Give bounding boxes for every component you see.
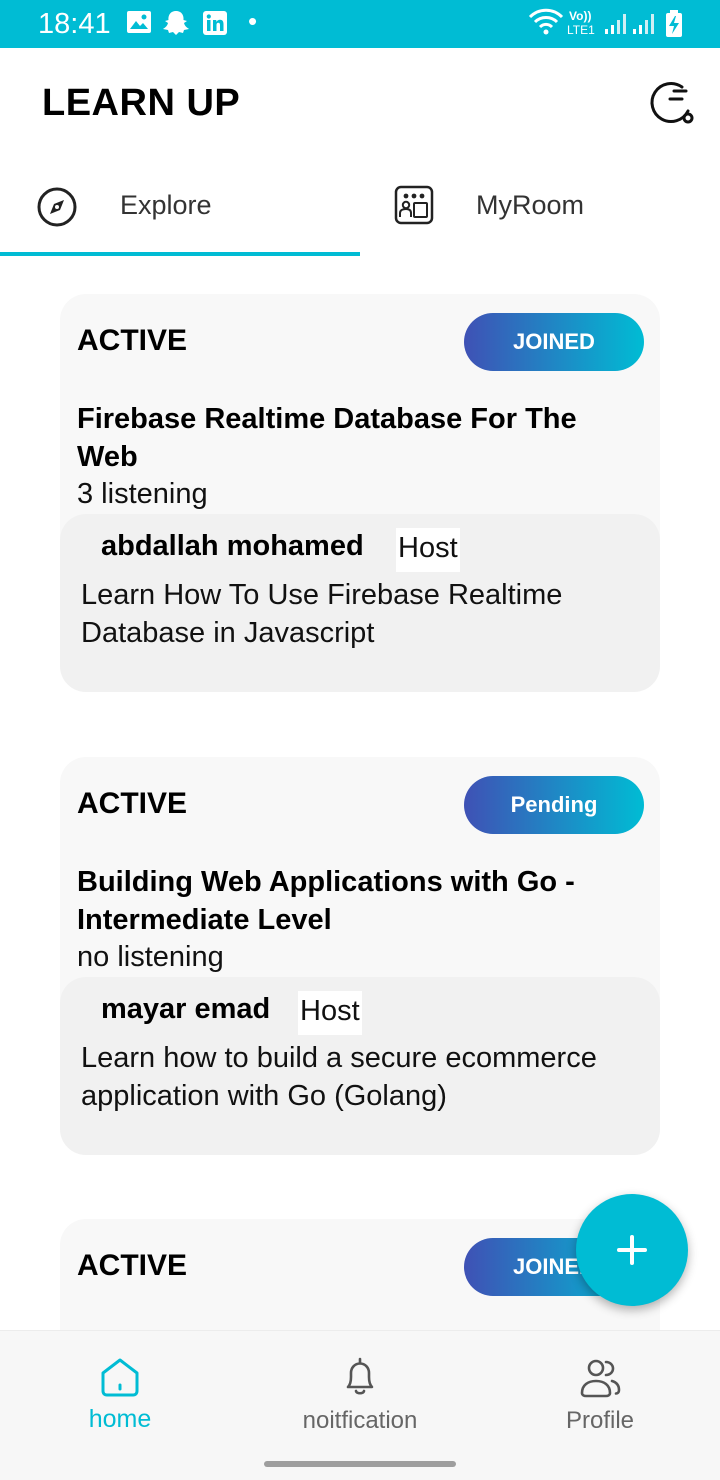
room-card[interactable]: ACTIVE JOINED Firebase Realtime Database… [60,294,660,692]
tab-explore-label: Explore [120,190,212,220]
room-status: ACTIVE [77,324,188,357]
nav-notification-label: noitfication [302,1407,418,1434]
compass-icon [37,187,77,227]
nav-notification[interactable]: noitfication [240,1331,480,1451]
listening-count: 3 listening [77,478,208,510]
battery-charging-icon [666,10,682,37]
volte-label: Vo)) [569,9,592,23]
room-description: Learn How To Use Firebase Realtime Datab… [81,579,563,649]
room-card[interactable]: ACTIVE JOINED [60,1219,660,1330]
host-tag: Host [396,528,460,572]
signal-2-icon [633,14,654,34]
host-info: mayar emad Host Learn how to build a sec… [60,977,660,1155]
snapchat-icon [163,11,189,35]
room-description: Learn how to build a secure ecommerce ap… [81,1042,597,1112]
home-icon [101,1358,139,1397]
host-name: abdallah mohamed [101,530,364,562]
wifi-icon [528,8,564,35]
bell-icon [346,1357,374,1395]
bottom-nav: home noitfication Profile [0,1330,720,1450]
nav-home[interactable]: home [0,1331,240,1451]
gesture-bar [0,1450,720,1480]
room-title: Firebase Realtime Database For The Web [77,403,577,473]
nav-home-label: home [88,1405,152,1433]
room-status: ACTIVE [77,1249,188,1282]
listening-count: no listening [77,941,224,973]
joined-badge[interactable]: JOINED [464,313,644,371]
plus-icon [617,1235,647,1265]
signal-icon [605,14,626,34]
room-icon [394,185,434,225]
room-feed[interactable]: ACTIVE JOINED Firebase Realtime Database… [0,256,720,1330]
room-title: Building Web Applications with Go - Inte… [77,866,575,936]
room-status: ACTIVE [77,787,188,820]
tab-bar: Explore MyRoom [0,160,720,256]
nav-profile[interactable]: Profile [480,1331,720,1451]
add-room-button[interactable] [576,1194,688,1306]
room-card[interactable]: ACTIVE Pending Building Web Applications… [60,757,660,1155]
host-info: abdallah mohamed Host Learn How To Use F… [60,514,660,692]
host-name: mayar emad [101,993,271,1025]
notification-dot: • [248,6,258,36]
tab-explore[interactable]: Explore [0,160,360,256]
pending-badge[interactable]: Pending [464,776,644,834]
gallery-icon [127,11,151,33]
linkedin-icon [203,11,227,35]
host-tag: Host [298,991,362,1035]
app-bar: LEARN UP [0,48,720,160]
app-title: LEARN UP [42,82,241,124]
timer-icon[interactable] [644,78,698,132]
users-icon [580,1359,621,1398]
status-time: 18:41 [38,8,111,40]
tab-myroom-label: MyRoom [476,190,585,220]
lte-label: LTE1 [567,23,595,37]
status-bar: 18:41 • Vo)) LTE1 [0,0,720,48]
tab-myroom[interactable]: MyRoom [360,160,720,256]
gesture-handle[interactable] [264,1461,456,1467]
nav-profile-label: Profile [565,1407,635,1434]
